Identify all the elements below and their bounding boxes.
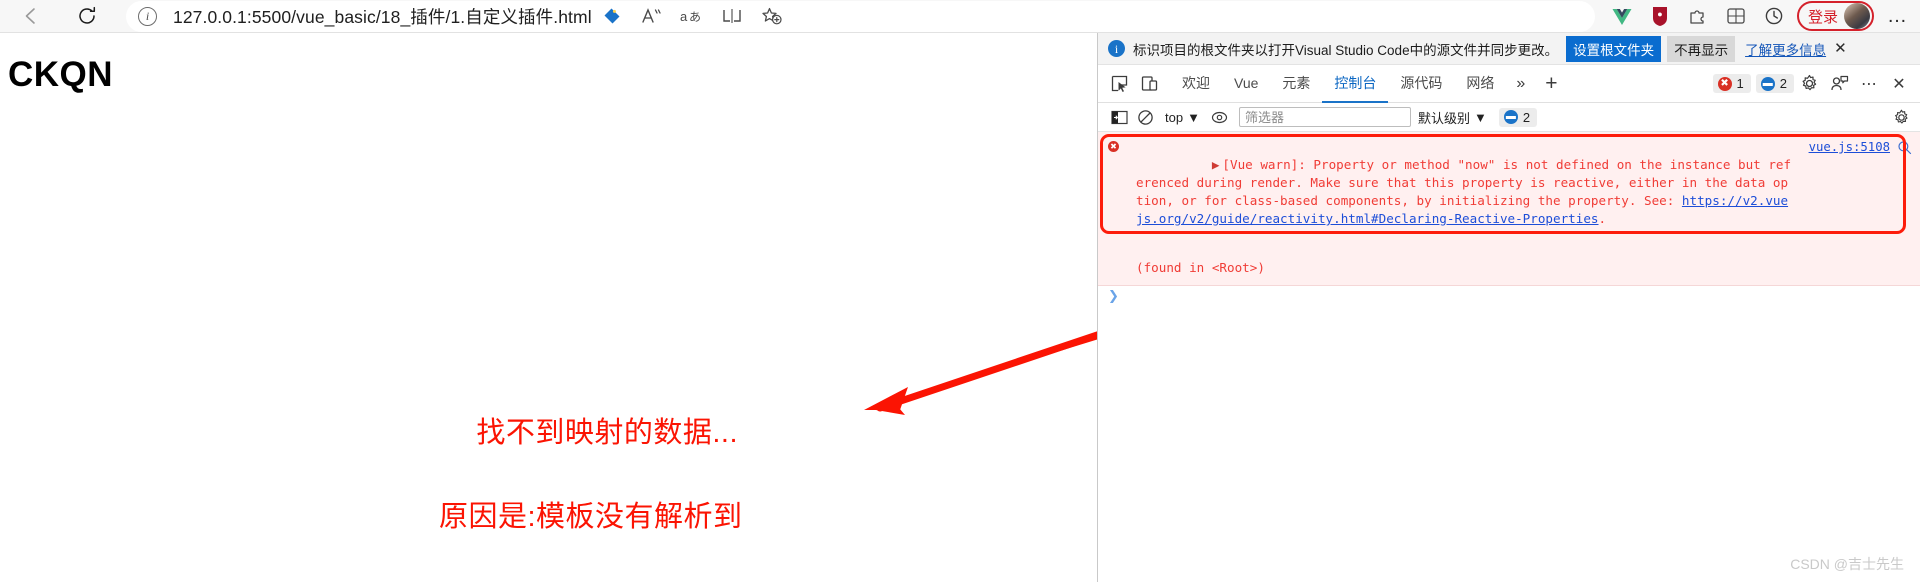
notification-message: 标识项目的根文件夹以打开Visual Studio Code中的源文件并同步更改… [1133, 42, 1559, 58]
collections-icon[interactable] [592, 2, 632, 30]
history-icon[interactable] [1755, 2, 1793, 30]
extensions-puzzle-icon[interactable] [1679, 2, 1717, 30]
console-message-count: 2 [1522, 109, 1531, 125]
device-toolbar-icon[interactable] [1134, 70, 1164, 98]
message-icon: ▬ [1503, 110, 1518, 124]
back-arrow-icon[interactable] [14, 3, 48, 29]
devtools-tabbar: 欢迎 Vue 元素 控制台 源代码 网络 » + ✖ 1 ▬ 2 ⋯ ✕ [1098, 65, 1920, 103]
error-badge[interactable]: ✖ 1 [1712, 74, 1751, 93]
filter-input[interactable] [1238, 107, 1411, 127]
annotation-line-1: 找不到映射的数据... [476, 417, 739, 449]
customize-dots-icon[interactable]: ⋯ [1854, 70, 1884, 98]
browser-extensions: ● [1595, 2, 1793, 30]
red-annotation-text: 找不到映射的数据... 原因是:模板没有解析到 [425, 370, 743, 582]
web-page-content: CKQN 找不到映射的数据... 原因是:模板没有解析到 [0, 33, 1098, 582]
login-label: 登录 [1807, 8, 1838, 26]
svg-text:●: ● [1657, 9, 1662, 19]
tab-sources[interactable]: 源代码 [1388, 65, 1454, 103]
settings-gear-icon[interactable] [1794, 70, 1824, 98]
tab-network[interactable]: 网络 [1454, 65, 1506, 103]
devtools-panel: i 标识项目的根文件夹以打开Visual Studio Code中的源文件并同步… [1098, 33, 1920, 582]
console-message-badge[interactable]: ▬ 2 [1498, 107, 1538, 127]
site-info-icon[interactable]: i [138, 6, 157, 26]
svg-text:a: a [680, 9, 688, 24]
error-icon: ✖ [1717, 76, 1732, 91]
add-favorite-icon[interactable] [752, 2, 792, 30]
svg-text:あ: あ [689, 10, 701, 24]
log-level-value: 默认级别 [1417, 110, 1470, 126]
message-icon: ▬ [1760, 76, 1775, 91]
log-level-select[interactable]: 默认级别 ▼ [1413, 107, 1492, 128]
console-message-row[interactable]: ✖ ▶ [Vue warn]: Property or method "now" … [1098, 132, 1920, 286]
console-sidebar-icon[interactable] [1106, 105, 1132, 129]
error-count: 1 [1736, 76, 1744, 91]
tab-vue[interactable]: Vue [1222, 65, 1270, 103]
console-source-link[interactable]: vue.js:5108 [1809, 140, 1890, 154]
tab-console[interactable]: 控制台 [1322, 65, 1389, 103]
read-aloud-icon[interactable] [632, 2, 672, 30]
chevron-down-icon: ▼ [1187, 109, 1200, 125]
devtools-tabbar-right: ✖ 1 ▬ 2 ⋯ ✕ [1708, 70, 1920, 98]
omnibox-actions: a あ [592, 2, 792, 30]
close-devtools-icon[interactable]: ✕ [1884, 70, 1914, 98]
tab-elements[interactable]: 元素 [1270, 65, 1322, 103]
inspect-element-icon[interactable] [1104, 70, 1134, 98]
console-body: ✖ ▶ [Vue warn]: Property or method "now" … [1098, 132, 1920, 582]
user-avatar[interactable] [1844, 3, 1870, 29]
clear-console-icon[interactable] [1132, 105, 1158, 129]
address-bar-url: 127.0.0.1:5500/vue_basic/18_插件/1.自定义插件.h… [173, 6, 592, 27]
error-icon: ✖ [1108, 141, 1119, 152]
message-body-end: . [1598, 211, 1607, 226]
expand-triangle-icon[interactable]: ▶ [1212, 157, 1220, 172]
browser-toolbar: i 127.0.0.1:5500/vue_basic/18_插件/1.自定义插件… [0, 0, 1920, 33]
set-root-folder-button[interactable]: 设置根文件夹 [1566, 35, 1662, 62]
csdn-watermark: CSDN @吉士先生 [1790, 556, 1904, 572]
devtools-tabs: 欢迎 Vue 元素 控制台 源代码 网络 [1170, 65, 1506, 103]
browser-essentials-icon[interactable] [1717, 2, 1755, 30]
screenshot-root: i 127.0.0.1:5500/vue_basic/18_插件/1.自定义插件… [0, 0, 1920, 582]
console-input-prompt[interactable]: ❯ [1098, 286, 1920, 306]
translate-icon[interactable]: a あ [672, 2, 712, 30]
vue-devtools-extension-icon[interactable] [1603, 2, 1641, 30]
execution-context-value: top [1165, 109, 1184, 125]
lastpass-extension-icon[interactable]: ● [1641, 2, 1679, 30]
learn-more-link[interactable]: 了解更多信息 [1745, 39, 1826, 59]
close-icon[interactable]: ✕ [1834, 41, 1847, 56]
info-icon: i [1108, 40, 1125, 57]
message-badge[interactable]: ▬ 2 [1755, 74, 1794, 93]
annotation-line-2: 原因是:模板没有解析到 [439, 501, 743, 533]
login-button[interactable]: 登录 [1796, 1, 1874, 31]
browser-settings-more-icon[interactable]: … [1876, 2, 1920, 30]
chevron-down-icon: ▼ [1473, 109, 1487, 125]
reload-icon[interactable] [70, 3, 104, 29]
execution-context-select[interactable]: top ▼ [1160, 109, 1205, 126]
page-title: CKQN [8, 55, 114, 94]
message-count: 2 [1779, 76, 1787, 91]
tab-welcome[interactable]: 欢迎 [1170, 65, 1222, 103]
console-message-text: ▶ [Vue warn]: Property or method "now" is… [1136, 138, 1910, 246]
console-toolbar: top ▼ 默认级别 ▼ ▬ 2 [1098, 103, 1920, 132]
add-tab-icon[interactable]: + [1535, 73, 1567, 94]
console-message-found-in: (found in <Root>) [1136, 260, 1265, 275]
feedback-icon[interactable] [1824, 70, 1854, 98]
address-bar[interactable]: i 127.0.0.1:5500/vue_basic/18_插件/1.自定义插件… [126, 0, 1595, 32]
dont-show-again-button[interactable]: 不再显示 [1667, 35, 1736, 62]
red-annotation-arrow [864, 330, 1098, 415]
vscode-notification-bar: i 标识项目的根文件夹以打开Visual Studio Code中的源文件并同步… [1098, 33, 1920, 65]
live-expression-icon[interactable] [1207, 105, 1233, 129]
console-settings-icon[interactable] [1888, 105, 1914, 129]
search-source-icon[interactable] [1897, 140, 1912, 155]
more-tabs-icon[interactable]: » [1506, 75, 1535, 93]
split-screen-icon[interactable] [712, 2, 752, 30]
